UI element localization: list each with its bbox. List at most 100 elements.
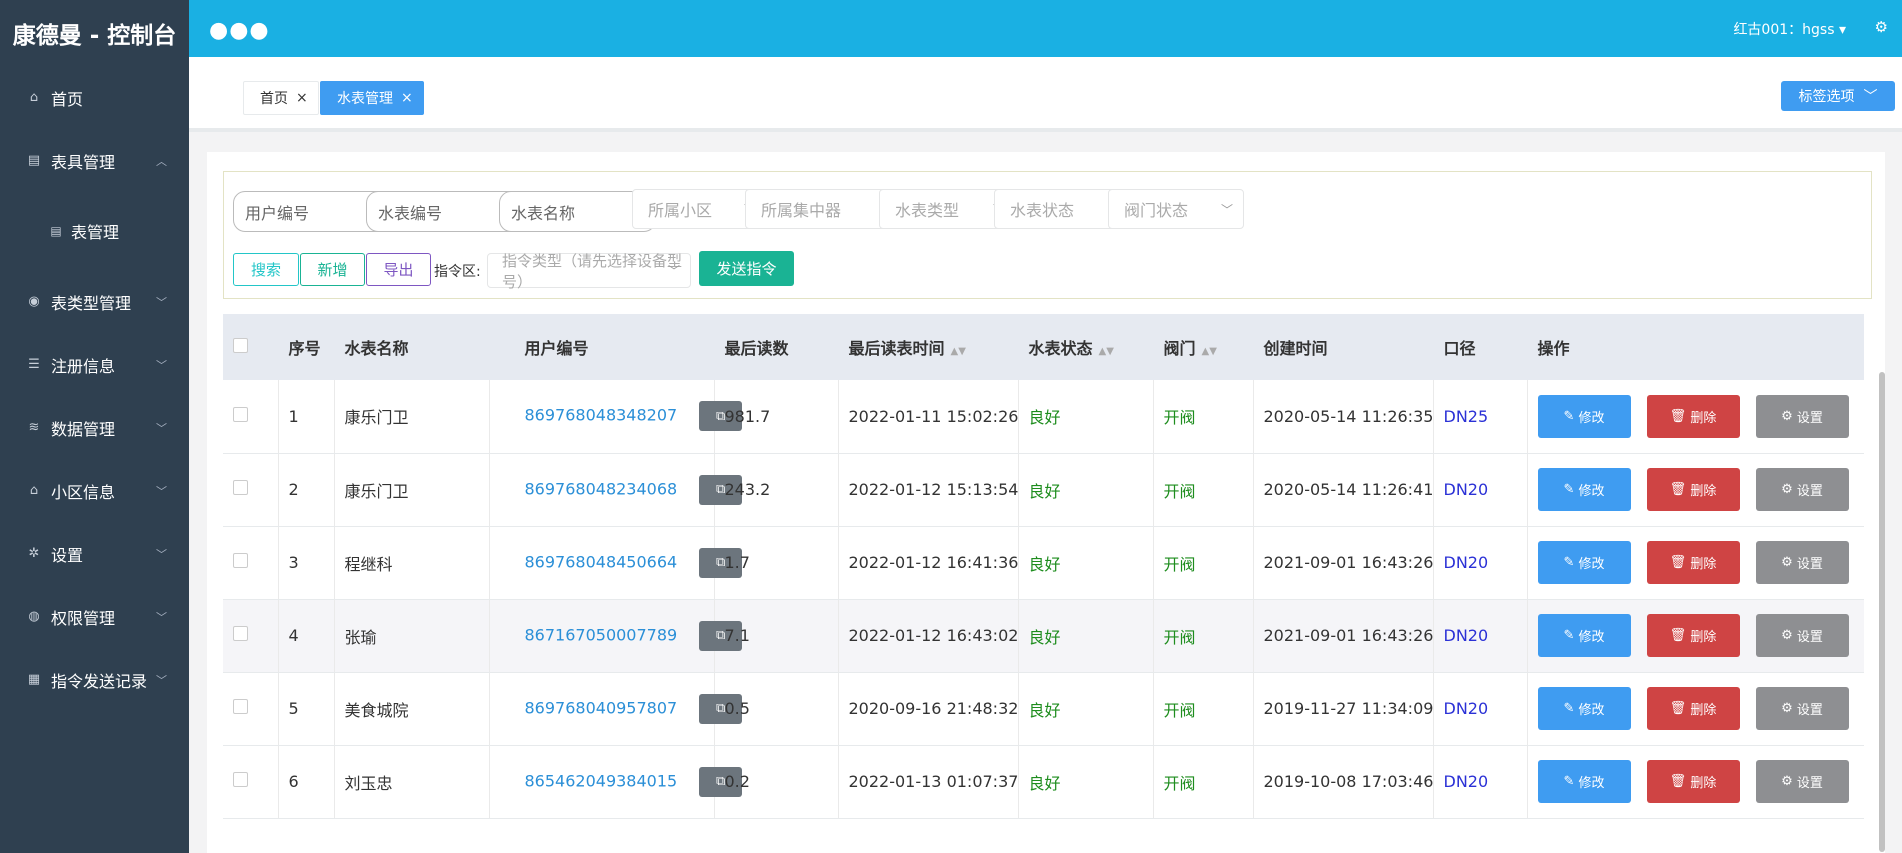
cell-name: 张瑜 — [334, 599, 490, 673]
cell-no: 3 — [278, 526, 335, 600]
chevron-down-icon: ﹀ — [156, 673, 167, 687]
row-checkbox[interactable] — [223, 380, 279, 454]
settings-button[interactable]: ⚙ 设置 — [1755, 687, 1849, 730]
select-label: 水表类型 — [895, 201, 960, 220]
delete-button[interactable]: 🗑 删除 — [1646, 614, 1740, 657]
edit-button[interactable]: ✎ 修改 — [1537, 614, 1631, 657]
table-row: 4 张瑜 867167050007789 ⧉ 7.1 2022-01-12 16:43:0… — [223, 599, 1864, 673]
sidebar-item-label: 指令发送记录 — [51, 671, 148, 691]
select-all-checkbox[interactable] — [223, 314, 279, 380]
sidebar-subitem-meters[interactable]: ▤ 表管理 — [0, 192, 189, 270]
valve-status-select[interactable]: 阀门状态 ﹀ — [1108, 189, 1244, 229]
command-type-select[interactable]: 指令类型（请先选择设备型号） ﹀ — [487, 252, 691, 291]
tab-meter-management[interactable]: 水表管理 × — [320, 81, 424, 115]
row-checkbox[interactable] — [223, 672, 279, 746]
tab-home[interactable]: 首页 × — [243, 81, 319, 115]
cell-name: 刘玉忠 — [334, 745, 490, 819]
user-no-link[interactable]: 869768040957807 — [525, 698, 678, 717]
button-label: 修改 — [1578, 703, 1605, 718]
col-header-valve[interactable]: 阀门 ▲▼ — [1153, 314, 1254, 380]
col-header-status[interactable]: 水表状态 ▲▼ — [1018, 314, 1154, 380]
sidebar-item-settings[interactable]: ✲ 设置 ﹀ — [0, 522, 189, 585]
sidebar-item-home[interactable]: ⌂ 首页 — [0, 66, 189, 129]
cell-reading: 981.7 — [714, 380, 839, 454]
chevron-up-icon: ︿ — [156, 154, 167, 168]
menu-toggle-icon[interactable]: ●●● — [209, 18, 270, 43]
edit-icon: ✎ — [1563, 408, 1575, 424]
table-body: 1 康乐门卫 869768048348207 ⧉ 981.7 2022-01-11 15:… — [223, 380, 1864, 819]
cell-user: 865462049384015 ⧉ — [489, 745, 743, 819]
sidebar-item-community[interactable]: ⌂ 小区信息 ﹀ — [0, 459, 189, 522]
cogs-icon[interactable]: ⚙ — [1875, 18, 1888, 36]
row-checkbox[interactable] — [223, 599, 279, 673]
sidebar-item-label: 表具管理 — [51, 152, 116, 172]
cell-read-time: 2022-01-13 01:07:37 — [838, 745, 1019, 819]
row-checkbox[interactable] — [223, 526, 279, 600]
close-icon[interactable]: × — [401, 90, 413, 106]
edit-button[interactable]: ✎ 修改 — [1537, 468, 1631, 511]
gear-icon: ⚙ — [1781, 555, 1793, 570]
settings-button[interactable]: ⚙ 设置 — [1755, 394, 1849, 438]
sidebar-item-meter-management[interactable]: ▤ 表具管理 ︿ — [0, 129, 189, 192]
cell-no: 6 — [278, 745, 335, 819]
user-no-link[interactable]: 865462049384015 — [525, 771, 678, 790]
user-menu[interactable]: 红古001：hgss ▾ — [1733, 19, 1846, 39]
row-checkbox[interactable] — [223, 745, 279, 819]
cell-created: 2020-05-14 11:26:41 — [1253, 453, 1434, 527]
sidebar: 康德曼 - 控制台 ⌂ 首页 ▤ 表具管理 ︿ ▤ 表管理 ◉ 表类型管理 ﹀ … — [0, 0, 189, 853]
col-header-read-time[interactable]: 最后读表时间 ▲▼ — [838, 314, 1019, 380]
tab-options-label: 标签选项 — [1798, 89, 1855, 105]
cell-reading: 243.2 — [714, 453, 839, 527]
export-button[interactable]: 导出 — [366, 253, 431, 286]
sort-icon: ▲▼ — [1098, 346, 1114, 357]
settings-button[interactable]: ⚙ 设置 — [1755, 541, 1849, 584]
row-checkbox[interactable] — [223, 453, 279, 527]
cell-size: DN20 — [1433, 453, 1528, 527]
chevron-down-icon: ﹀ — [156, 421, 167, 435]
gear-icon: ⚙ — [1781, 482, 1793, 497]
cell-created: 2019-10-08 17:03:46 — [1253, 745, 1434, 819]
cell-name: 康乐门卫 — [334, 453, 490, 527]
sidebar-item-permissions[interactable]: ◍ 权限管理 ﹀ — [0, 585, 189, 648]
cell-valve: 开阀 — [1153, 745, 1254, 819]
table-row: 6 刘玉忠 865462049384015 ⧉ 0.2 2022-01-13 01:07:… — [223, 745, 1864, 819]
sidebar-item-data[interactable]: ≋ 数据管理 ﹀ — [0, 396, 189, 459]
col-header-size: 口径 — [1433, 314, 1528, 380]
settings-button[interactable]: ⚙ 设置 — [1755, 760, 1849, 803]
user-no-link[interactable]: 869768048348207 — [525, 406, 678, 425]
cell-status: 良好 — [1018, 672, 1154, 746]
user-no-link[interactable]: 869768048450664 — [525, 552, 678, 571]
cell-read-time: 2022-01-12 16:41:36 — [838, 526, 1019, 600]
col-header-reading: 最后读数 — [714, 314, 839, 380]
close-icon[interactable]: × — [296, 90, 308, 106]
delete-button[interactable]: 🗑 删除 — [1646, 541, 1740, 584]
tab-options-button[interactable]: 标签选项 ﹀ — [1781, 81, 1895, 111]
add-button[interactable]: 新增 — [300, 253, 365, 286]
edit-button[interactable]: ✎ 修改 — [1537, 541, 1631, 584]
edit-button[interactable]: ✎ 修改 — [1537, 394, 1631, 438]
search-button[interactable]: 搜索 — [233, 253, 299, 286]
edit-icon: ✎ — [1563, 482, 1575, 497]
cell-read-time: 2020-09-16 21:48:32 — [838, 672, 1019, 746]
cell-created: 2021-09-01 16:43:26 — [1253, 526, 1434, 600]
delete-button[interactable]: 🗑 删除 — [1646, 394, 1740, 438]
sidebar-item-command-log[interactable]: ▦ 指令发送记录 ﹀ — [0, 648, 189, 711]
sidebar-item-meter-types[interactable]: ◉ 表类型管理 ﹀ — [0, 270, 189, 333]
settings-button[interactable]: ⚙ 设置 — [1755, 614, 1849, 657]
delete-button[interactable]: 🗑 删除 — [1646, 687, 1740, 730]
delete-button[interactable]: 🗑 删除 — [1646, 468, 1740, 511]
edit-button[interactable]: ✎ 修改 — [1537, 687, 1631, 730]
meter-icon: ▤ — [27, 153, 41, 168]
button-label: 删除 — [1690, 703, 1717, 718]
delete-button[interactable]: 🗑 删除 — [1646, 760, 1740, 803]
vertical-scrollbar[interactable] — [1879, 372, 1885, 852]
edit-button[interactable]: ✎ 修改 — [1537, 760, 1631, 803]
user-no-link[interactable]: 869768048234068 — [525, 479, 678, 498]
button-label: 删除 — [1690, 484, 1717, 499]
sidebar-item-registration[interactable]: ☰ 注册信息 ﹀ — [0, 333, 189, 396]
settings-button[interactable]: ⚙ 设置 — [1755, 468, 1849, 511]
select-label: 指令类型（请先选择设备型号） — [502, 251, 683, 291]
send-command-button[interactable]: 发送指令 — [699, 251, 794, 286]
user-no-link[interactable]: 867167050007789 — [525, 625, 678, 644]
cell-size: DN20 — [1433, 526, 1528, 600]
